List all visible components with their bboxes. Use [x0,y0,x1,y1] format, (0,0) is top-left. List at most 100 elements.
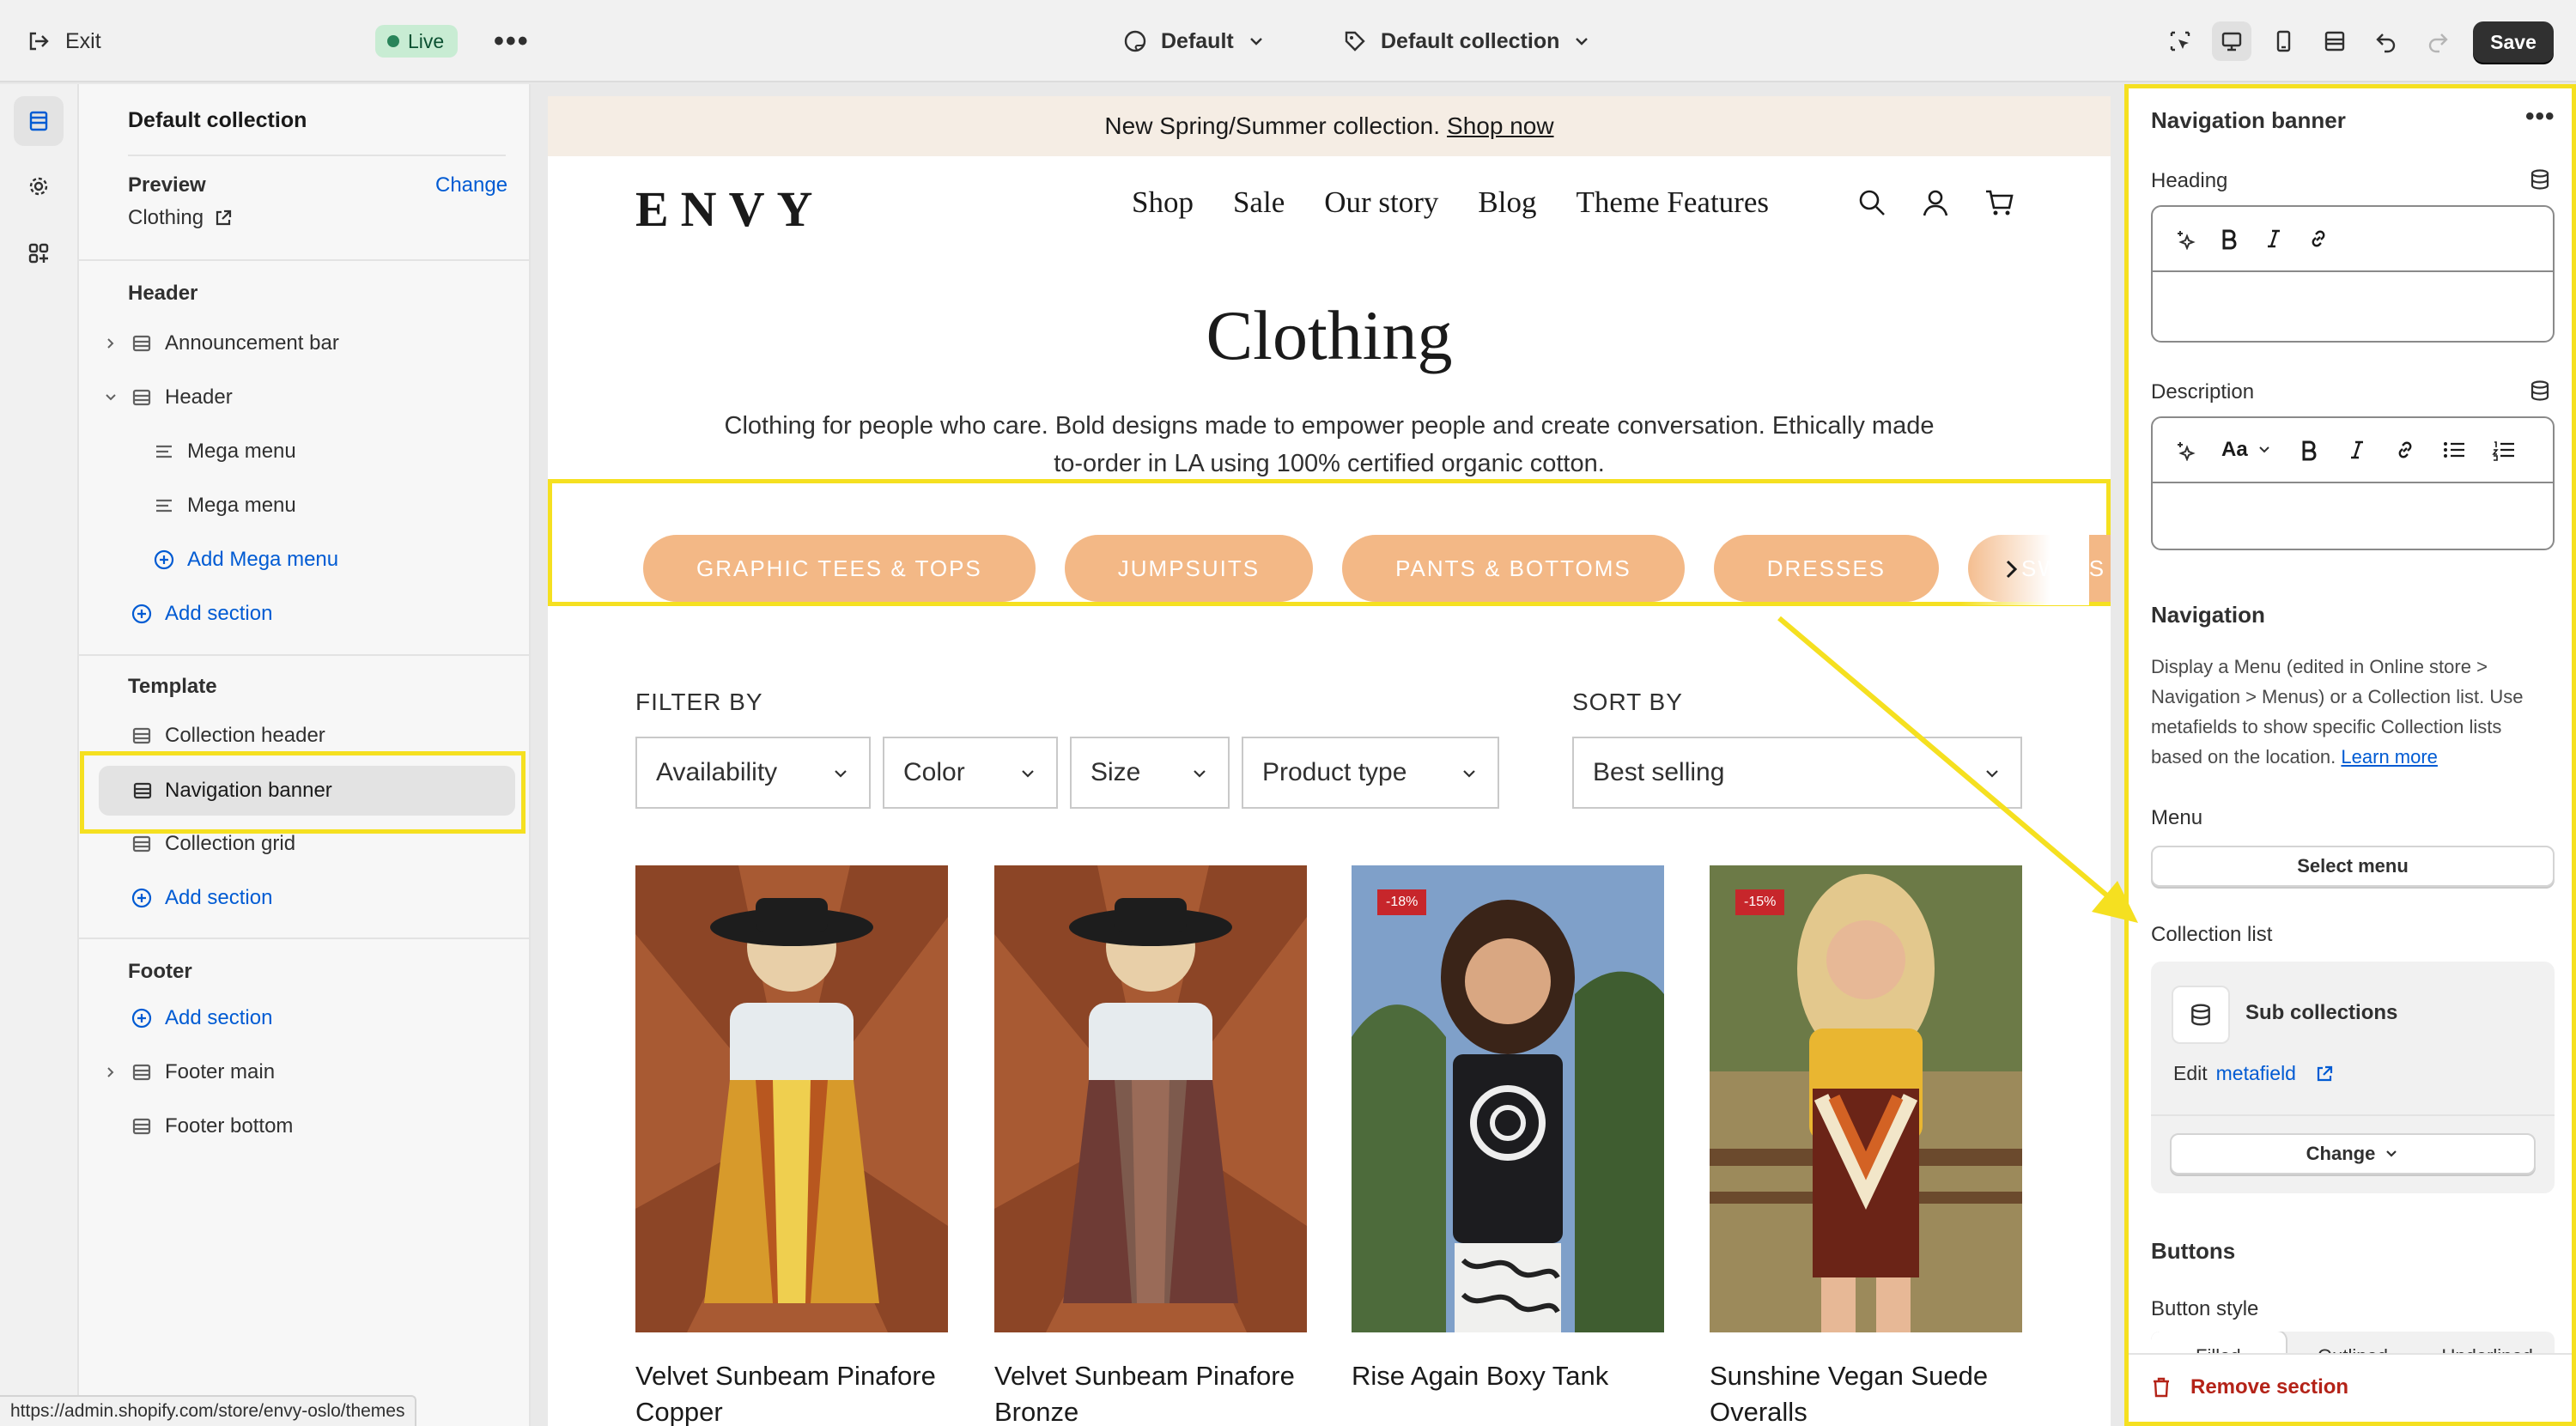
search-icon[interactable] [1856,187,1887,218]
collection-pill[interactable]: DRESSES [1713,535,1940,602]
preview-change-link[interactable]: Change [435,173,507,197]
footer-add-section-button[interactable]: Add section [79,994,531,1042]
sidebar-item-footer-bottom[interactable]: Footer bottom [79,1102,531,1150]
live-label: Live [408,29,445,52]
nav-link[interactable]: Our story [1324,185,1438,220]
italic-icon[interactable] [2263,228,2285,250]
numbered-list-icon[interactable] [2492,439,2516,461]
heading-editor[interactable] [2151,205,2555,343]
product-card[interactable]: Velvet Sunbeam Pinafore Bronze [994,865,1307,1426]
change-collection-button[interactable]: Change [2170,1133,2536,1174]
size-filter[interactable]: Size [1070,737,1230,809]
link-icon[interactable] [2307,228,2330,250]
exit-button[interactable]: Exit [26,0,101,82]
italic-icon[interactable] [2346,439,2368,461]
preview-label: Preview [128,173,206,197]
more-actions-button[interactable]: ••• [494,0,530,82]
product-image[interactable]: -15% [1710,865,2022,1332]
header-add-section-button[interactable]: Add section [79,590,531,638]
database-icon[interactable] [2529,379,2551,402]
remove-section-button[interactable]: Remove section [2151,1375,2348,1399]
sidebar-item-mega-menu[interactable]: Mega menu [79,482,531,530]
metafield-link[interactable]: metafield [2216,1062,2296,1085]
bold-icon[interactable] [2298,439,2320,461]
divider [79,259,531,261]
ai-sparkle-icon[interactable] [2173,439,2196,461]
template-selector[interactable]: Default collection [1343,0,1590,82]
product-image[interactable] [994,865,1307,1332]
bullet-list-icon[interactable] [2442,439,2466,461]
database-icon[interactable] [2529,168,2551,191]
fullwidth-view-button[interactable] [2315,21,2354,61]
link-icon[interactable] [2394,439,2416,461]
learn-more-link[interactable]: Learn more [2341,746,2438,768]
chevron-right-icon[interactable] [102,335,119,352]
select-menu-button[interactable]: Select menu [2151,846,2555,887]
product-card[interactable]: -15% Sunshine Vegan Suede Overalls [1710,865,2022,1426]
block-icon [153,495,175,517]
remove-section-label: Remove section [2190,1375,2349,1399]
section-icon [131,725,153,747]
collection-pill[interactable]: PANTS & BOTTOMS [1342,535,1685,602]
product-type-filter[interactable]: Product type [1242,737,1499,809]
sort-select[interactable]: Best selling [1572,737,2022,809]
save-button[interactable]: Save [2473,21,2554,63]
editor-topbar: Exit Live ••• Default Default collection… [0,0,2576,82]
nav-link[interactable]: Theme Features [1577,185,1770,220]
collection-pill[interactable]: JUMPSUITS [1064,535,1314,602]
product-card[interactable]: -18% Rise Again Boxy Tank [1352,865,1664,1394]
header-icons [1856,187,2014,218]
product-name[interactable]: Rise Again Boxy Tank [1352,1358,1664,1394]
settings-rail-button[interactable] [14,161,64,211]
sidebar-title: Default collection [128,108,307,132]
product-name[interactable]: Sunshine Vegan Suede Overalls [1710,1358,2022,1426]
sidebar-item-footer-main[interactable]: Footer main [79,1048,531,1096]
store-logo[interactable]: ENVY [635,180,824,238]
tag-icon [1345,31,1365,52]
sidebar-item-announcement-bar[interactable]: Announcement bar [79,319,531,367]
mobile-view-button[interactable] [2263,21,2303,61]
apps-rail-button[interactable] [14,228,64,278]
product-image[interactable]: -18% [1352,865,1664,1332]
bold-icon[interactable] [2218,228,2240,250]
sidebar-item-label: Mega menu [187,440,296,463]
settings-more-button[interactable]: ••• [2525,102,2555,131]
nav-link[interactable]: Blog [1478,185,1536,220]
divider [2151,1114,2555,1116]
redo-button[interactable] [2418,21,2458,61]
template-add-section-button[interactable]: Add section [79,874,531,922]
collection-pill[interactable]: GRAPHIC TEES & TOPS [643,535,1036,602]
ai-sparkle-icon[interactable] [2173,228,2196,250]
chevron-right-icon[interactable] [102,1064,119,1081]
nav-link[interactable]: Shop [1132,185,1194,220]
color-filter[interactable]: Color [883,737,1058,809]
announcement-link[interactable]: Shop now [1447,112,1554,140]
theme-selector[interactable]: Default [1123,0,1265,82]
chevron-down-icon[interactable] [102,389,119,406]
font-size-dropdown[interactable]: Aa [2221,438,2272,462]
sidebar-item-mega-menu[interactable]: Mega menu [79,428,531,476]
account-icon[interactable] [1920,187,1951,218]
product-name[interactable]: Velvet Sunbeam Pinafore Bronze [994,1358,1307,1426]
product-card[interactable]: Velvet Sunbeam Pinafore Copper [635,865,948,1426]
navigation-banner-section: GRAPHIC TEES & TOPS JUMPSUITS PANTS & BO… [548,479,2111,606]
external-link-icon[interactable] [2315,1065,2334,1083]
product-name[interactable]: Velvet Sunbeam Pinafore Copper [635,1358,948,1426]
nav-link[interactable]: Sale [1233,185,1285,220]
discount-badge: -15% [1735,889,1785,915]
desktop-view-button[interactable] [2212,21,2251,61]
sections-rail-button[interactable] [14,96,64,146]
add-mega-menu-button[interactable]: Add Mega menu [79,536,531,584]
preview-resource-link[interactable]: Clothing [128,206,233,230]
description-editor[interactable]: Aa [2151,416,2555,550]
chevron-right-icon[interactable] [1999,557,2023,581]
sort-value: Best selling [1593,758,1725,786]
undo-button[interactable] [2366,21,2406,61]
inspector-button[interactable] [2160,21,2200,61]
sidebar-item-header[interactable]: Header [79,373,531,422]
cart-icon[interactable] [1984,187,2014,218]
sidebar-item-navigation-banner[interactable]: Navigation banner [99,766,515,816]
exit-label: Exit [65,28,101,53]
product-image[interactable] [635,865,948,1332]
availability-filter[interactable]: Availability [635,737,871,809]
